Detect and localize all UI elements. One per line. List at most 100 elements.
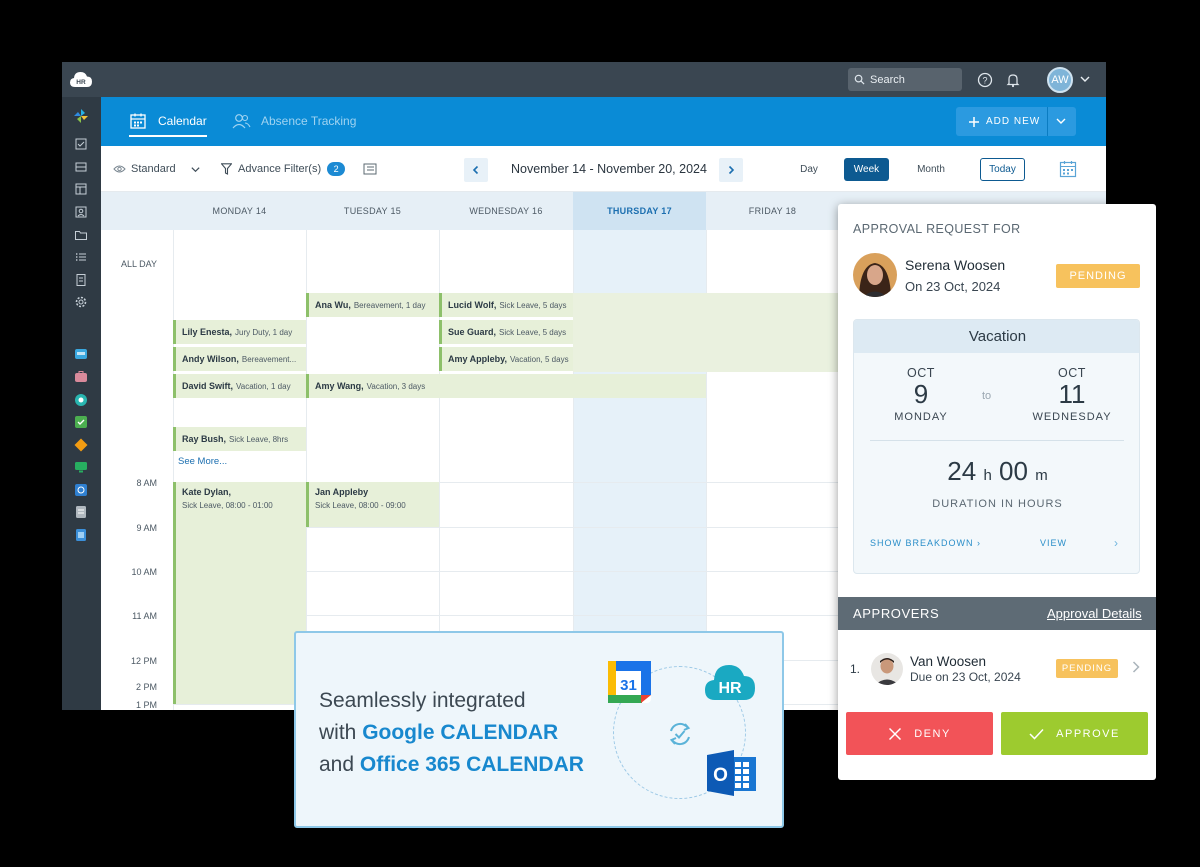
app-icon-monitor[interactable] (74, 460, 88, 474)
to-date: OCT 11 WEDNESDAY (1022, 366, 1122, 423)
approve-button[interactable]: APPROVE (1001, 712, 1148, 755)
gear-icon[interactable] (74, 295, 88, 309)
day-header-monday[interactable]: MONDAY 14 (173, 192, 306, 230)
date-range-label: November 14 - November 20, 2024 (511, 162, 707, 176)
chevron-down-icon[interactable] (1055, 115, 1067, 127)
plus-icon (969, 116, 979, 127)
requester-name: Serena Woosen (905, 257, 1006, 273)
event-ray-bush[interactable]: Ray Bush, Sick Leave, 8hrs (173, 427, 306, 451)
calendar-picker-icon[interactable] (1059, 160, 1077, 178)
approver-name: Van Woosen (910, 654, 987, 669)
day-header-friday[interactable]: FRIDAY 18 (706, 192, 839, 230)
svg-text:?: ? (982, 75, 987, 85)
view-link[interactable]: VIEW (1040, 538, 1067, 548)
list-settings-icon[interactable] (363, 163, 377, 175)
show-breakdown-link[interactable]: SHOW BREAKDOWN › (870, 538, 981, 548)
app-icon-docs[interactable] (74, 528, 88, 542)
see-more-link[interactable]: See More... (178, 456, 227, 467)
from-day: 9 (913, 379, 929, 409)
google-calendar-icon: 31 (608, 661, 651, 703)
requester-date: On 23 Oct, 2024 (905, 279, 1001, 294)
day-header-tuesday[interactable]: TUESDAY 15 (306, 192, 439, 230)
duration-value: 24 h 00 m (947, 456, 1048, 486)
event-amy-appleby[interactable]: Amy Appleby, Vacation, 5 days (439, 347, 573, 371)
event-sue-guard[interactable]: Sue Guard, Sick Leave, 5 days (439, 320, 573, 344)
approver-index: 1. (850, 662, 861, 676)
inbox-icon[interactable] (74, 160, 88, 174)
event-amy-wang[interactable]: Amy Wang, Vacation, 3 days (306, 374, 706, 398)
approval-request-panel: APPROVAL REQUEST FOR Serena Woosen On 23… (838, 204, 1156, 780)
outlook-letter: O (713, 765, 728, 786)
users-icon (232, 114, 251, 129)
chevron-right-icon[interactable] (1130, 660, 1142, 674)
view-month-button[interactable]: Month (906, 158, 956, 181)
integration-banner: Seamlessly integrated with Google CALEND… (294, 631, 784, 828)
event-david-swift[interactable]: David Swift, Vacation, 1 day (173, 374, 306, 398)
day-header-wednesday[interactable]: WEDNESDAY 16 (439, 192, 573, 230)
app-icon-chat[interactable] (74, 347, 88, 361)
search-input[interactable]: Search (848, 68, 962, 91)
to-day: 11 (1058, 379, 1086, 409)
list-icon[interactable] (74, 250, 88, 264)
hr-cloud-icon: HR (705, 665, 755, 700)
event-jan-appleby[interactable]: Jan Appleby Sick Leave, 08:00 - 09:00 (306, 482, 439, 527)
app-icon-briefcase[interactable] (74, 370, 88, 384)
banner-line-3: and Office 365 CALENDAR (319, 753, 584, 776)
left-nav (62, 97, 101, 710)
document-icon[interactable] (74, 273, 88, 287)
banner-text: Seamlessly integrated with Google CALEND… (319, 685, 584, 781)
tab-calendar[interactable]: Calendar (129, 109, 207, 137)
chevron-down-icon[interactable] (1079, 73, 1091, 85)
tab-absence-tracking[interactable]: Absence Tracking (231, 112, 356, 130)
event-kate-dylan[interactable]: Kate Dylan, Sick Leave, 08:00 - 01:00 (173, 482, 306, 704)
approver-status-badge: PENDING (1056, 659, 1118, 678)
check-icon (1029, 728, 1044, 740)
app-icon-headset[interactable] (74, 393, 88, 407)
pinwheel-logo-icon[interactable] (73, 108, 89, 124)
hr-cloud-logo[interactable]: HR (69, 69, 93, 89)
view-preset-select[interactable]: Standard (113, 146, 201, 192)
app-icon-diamond[interactable] (74, 438, 88, 452)
add-new-button[interactable]: ADD NEW (956, 107, 1076, 136)
all-day-label: ALL DAY (120, 259, 157, 269)
day-header-thursday[interactable]: THURSDAY 17 (573, 192, 706, 230)
app-icon-check[interactable] (74, 415, 88, 429)
today-button[interactable]: Today (980, 158, 1025, 181)
help-icon[interactable]: ? (976, 71, 994, 89)
window-icon[interactable] (74, 182, 88, 196)
event-ana-wu[interactable]: Ana Wu, Bereavement, 1 day (306, 293, 439, 317)
event-lucid-wolf[interactable]: Lucid Wolf, Sick Leave, 5 days (439, 293, 573, 317)
tab-absence-label: Absence Tracking (261, 114, 357, 128)
view-day-button[interactable]: Day (791, 158, 827, 181)
banner-line-1: Seamlessly integrated (319, 689, 526, 712)
time-label: 8 AM (136, 478, 157, 488)
add-new-label: ADD NEW (986, 116, 1041, 127)
time-label: 1 PM (135, 700, 157, 710)
prev-week-button[interactable] (464, 158, 488, 182)
bell-icon[interactable] (1004, 71, 1022, 89)
deny-button[interactable]: DENY (846, 712, 993, 755)
view-week-button[interactable]: Week (844, 158, 889, 181)
approval-details-link[interactable]: Approval Details (1047, 606, 1142, 621)
to-label: to (982, 390, 992, 402)
event-andy-wilson[interactable]: Andy Wilson, Bereavement... (173, 347, 306, 371)
approvers-label: APPROVERS (853, 606, 940, 621)
time-label: 11 AM (132, 611, 157, 621)
contact-icon[interactable] (74, 205, 88, 219)
to-month: OCT (1058, 366, 1086, 380)
app-icon-file[interactable] (74, 505, 88, 519)
app-icon-globe[interactable] (74, 483, 88, 497)
approvers-header: APPROVERS Approval Details (838, 597, 1156, 630)
office-calendar-highlight: Office 365 CALENDAR (359, 753, 584, 776)
hr-logo-text: HR (76, 79, 86, 86)
advance-filter-button[interactable]: Advance Filter(s) 2 (221, 146, 346, 192)
folder-icon[interactable] (74, 228, 88, 242)
event-lily-enesta[interactable]: Lily Enesta, Jury Duty, 1 day (173, 320, 306, 344)
from-month: OCT (907, 366, 935, 380)
filter-icon (221, 163, 232, 175)
search-placeholder: Search (870, 73, 905, 86)
user-avatar[interactable]: AW (1047, 67, 1073, 93)
checklist-icon[interactable] (74, 137, 88, 151)
next-week-button[interactable] (719, 158, 743, 182)
chevron-right-icon[interactable]: › (1114, 536, 1118, 550)
